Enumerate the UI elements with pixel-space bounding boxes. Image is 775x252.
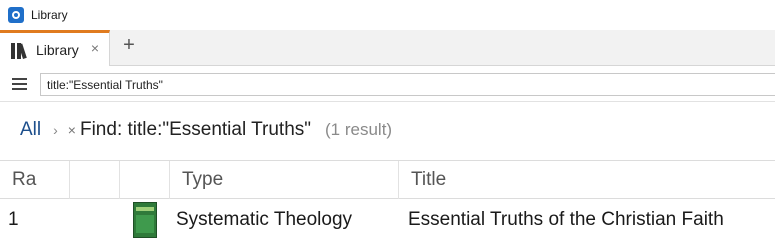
hamburger-menu-icon[interactable]: [12, 78, 27, 91]
table-row[interactable]: 1 Systematic Theology Essential Truths o…: [0, 199, 775, 241]
result-count: (1 result): [325, 120, 393, 139]
breadcrumb-all-link[interactable]: All: [20, 119, 41, 141]
remove-filter-icon[interactable]: ×: [68, 122, 76, 138]
title-bar: Library: [0, 0, 775, 30]
book-cover-thumbnail[interactable]: [133, 202, 157, 238]
cell-cover: [120, 199, 170, 241]
column-header-type[interactable]: Type: [170, 161, 399, 199]
tab-label: Library: [36, 41, 79, 58]
app-icon: [8, 7, 24, 23]
breadcrumb-find-query[interactable]: Find: title:"Essential Truths": [80, 119, 311, 141]
new-tab-button[interactable]: +: [121, 35, 137, 55]
window-title: Library: [31, 8, 68, 22]
tab-bar: Library × +: [0, 30, 775, 66]
tab-library[interactable]: Library ×: [0, 30, 110, 66]
column-header-rank[interactable]: Ra: [0, 161, 70, 199]
breadcrumb: All › × Find: title:"Essential Truths" (…: [0, 104, 775, 156]
column-header-title[interactable]: Title: [399, 161, 775, 199]
chevron-right-icon: ›: [53, 122, 58, 138]
cell-blank: [70, 199, 120, 241]
search-input[interactable]: [40, 73, 775, 96]
cell-type: Systematic Theology: [176, 209, 353, 230]
table-header: Ra Type Title: [0, 160, 775, 199]
search-row: [0, 67, 775, 102]
books-icon: [10, 41, 32, 59]
cell-title[interactable]: Essential Truths of the Christian Faith: [399, 199, 775, 241]
cell-rank: 1: [8, 209, 19, 230]
column-header-blank[interactable]: [70, 161, 120, 199]
results-table: Ra Type Title 1 Systematic Theology Esse…: [0, 160, 775, 241]
column-header-cover[interactable]: [120, 161, 170, 199]
close-tab-icon[interactable]: ×: [91, 40, 99, 56]
